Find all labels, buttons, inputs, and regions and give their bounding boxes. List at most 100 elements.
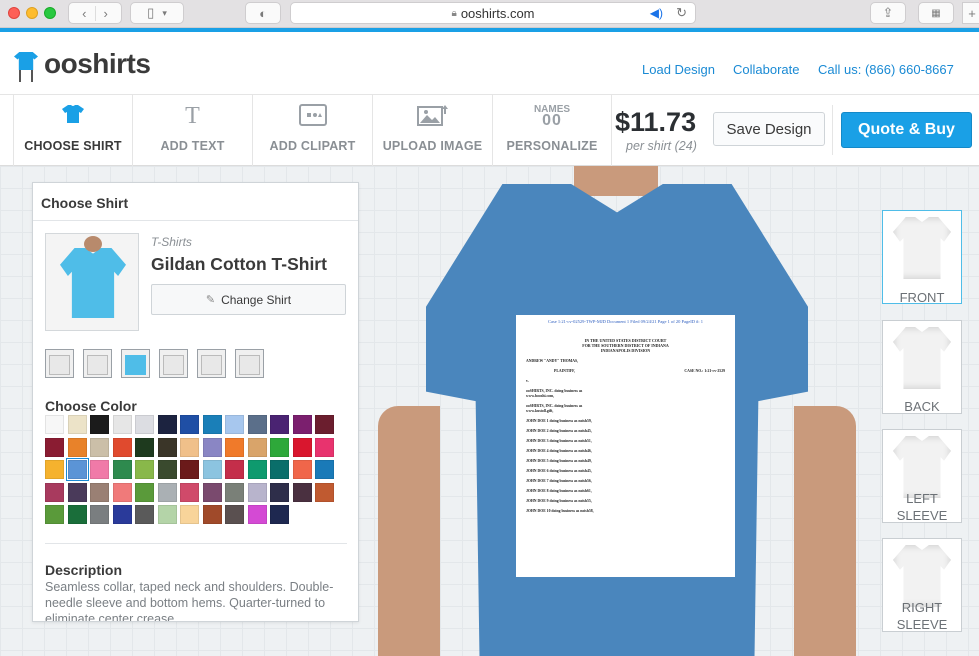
color-swatch[interactable] — [157, 460, 177, 479]
color-swatch[interactable] — [45, 505, 64, 524]
color-swatch[interactable] — [202, 482, 222, 502]
tab-add-clipart[interactable]: ADD CLIPART — [253, 95, 373, 166]
color-swatch[interactable] — [202, 415, 222, 434]
color-swatch[interactable] — [135, 437, 154, 457]
color-swatch[interactable] — [247, 415, 267, 434]
tabs-overview-button[interactable]: ▦ — [918, 2, 954, 24]
color-swatch[interactable] — [225, 460, 244, 479]
save-design-button[interactable]: Save Design — [713, 112, 825, 146]
view-thumb-side-left[interactable] — [159, 349, 188, 378]
color-swatch[interactable] — [135, 460, 154, 479]
collaborate-link[interactable]: Collaborate — [733, 62, 800, 77]
color-swatch[interactable] — [45, 437, 64, 457]
uploaded-image-document[interactable]: Case 1:21-cv-02529-TWP-MJD Document 1 Fi… — [516, 315, 735, 577]
color-swatch[interactable] — [180, 415, 199, 434]
back-icon[interactable]: ‹ — [74, 5, 96, 21]
color-swatch[interactable] — [112, 415, 132, 434]
tab-add-text[interactable]: T ADD TEXT — [133, 95, 253, 166]
call-us-link[interactable]: Call us: (866) 660-8667 — [818, 62, 954, 77]
color-swatch[interactable] — [135, 482, 154, 502]
speaker-icon[interactable]: ◀︎) — [650, 6, 663, 20]
sidebar-toggle-button[interactable]: ▯ ▾ — [130, 2, 184, 24]
color-swatch[interactable] — [67, 482, 87, 502]
back-forward-buttons[interactable]: ‹ › — [68, 2, 122, 24]
color-swatch[interactable] — [90, 482, 109, 502]
share-button[interactable]: ⇪ — [870, 2, 906, 24]
view-right-sleeve[interactable]: RIGHT SLEEVE — [882, 538, 962, 632]
color-swatch[interactable] — [157, 505, 177, 524]
color-swatch[interactable] — [67, 437, 87, 457]
color-swatch[interactable] — [45, 460, 64, 479]
color-swatch[interactable] — [315, 415, 334, 434]
color-swatch[interactable] — [112, 460, 132, 479]
view-front[interactable]: FRONT — [882, 210, 962, 305]
color-swatch[interactable] — [67, 505, 87, 524]
color-swatch[interactable] — [292, 415, 312, 434]
color-swatch[interactable] — [247, 505, 267, 524]
color-swatch[interactable] — [270, 505, 289, 524]
new-tab-button[interactable]: + — [962, 2, 979, 24]
color-swatch[interactable] — [180, 505, 199, 524]
color-swatch[interactable] — [45, 482, 64, 502]
color-swatch[interactable] — [292, 482, 312, 502]
minimize-window-button[interactable] — [26, 7, 38, 19]
color-swatch[interactable] — [180, 460, 199, 479]
color-swatch[interactable] — [112, 482, 132, 502]
color-swatch[interactable] — [225, 415, 244, 434]
tab-personalize[interactable]: NAMES 00 PERSONALIZE — [493, 95, 612, 166]
color-swatch[interactable] — [157, 415, 177, 434]
color-swatch[interactable] — [112, 437, 132, 457]
color-swatch[interactable] — [202, 460, 222, 479]
color-swatch[interactable] — [315, 482, 334, 502]
color-swatch[interactable] — [292, 437, 312, 457]
view-back[interactable]: BACK — [882, 320, 962, 414]
color-swatch[interactable] — [247, 460, 267, 479]
color-swatch[interactable] — [135, 415, 154, 434]
color-swatch[interactable] — [66, 459, 88, 480]
color-swatch[interactable] — [90, 505, 109, 524]
color-swatch[interactable] — [157, 437, 177, 457]
address-bar[interactable]: 🔒︎ ooshirts.com ◀︎) ↻ — [290, 2, 696, 24]
color-swatch[interactable] — [180, 437, 199, 457]
color-swatch[interactable] — [315, 460, 334, 479]
privacy-shield-button[interactable]: ◐ — [245, 2, 281, 24]
color-swatch[interactable] — [270, 437, 289, 457]
reload-icon[interactable]: ↻ — [676, 5, 687, 21]
view-thumb-detail[interactable] — [235, 349, 264, 378]
color-swatch[interactable] — [67, 415, 87, 434]
view-thumb-back-model[interactable] — [83, 349, 112, 378]
color-swatch[interactable] — [225, 482, 244, 502]
zoom-window-button[interactable] — [44, 7, 56, 19]
color-swatch[interactable] — [112, 505, 132, 524]
view-thumb-side-right[interactable] — [197, 349, 226, 378]
color-swatch[interactable] — [90, 460, 109, 479]
color-swatch[interactable] — [315, 437, 334, 457]
view-left-sleeve[interactable]: LEFT SLEEVE — [882, 429, 962, 523]
forward-icon[interactable]: › — [96, 6, 116, 21]
color-swatch[interactable] — [247, 482, 267, 502]
tab-upload-image[interactable]: UPLOAD IMAGE — [373, 95, 493, 166]
color-swatch[interactable] — [90, 415, 109, 434]
color-swatch[interactable] — [225, 505, 244, 524]
close-window-button[interactable] — [8, 7, 20, 19]
color-swatch[interactable] — [157, 482, 177, 502]
color-swatch[interactable] — [270, 460, 289, 479]
color-swatch[interactable] — [270, 482, 289, 502]
logo[interactable]: ooshirts — [12, 44, 151, 84]
color-swatch[interactable] — [247, 437, 267, 457]
color-swatch[interactable] — [225, 437, 244, 457]
color-swatch[interactable] — [270, 415, 289, 434]
color-swatch[interactable] — [292, 460, 312, 479]
load-design-link[interactable]: Load Design — [642, 62, 715, 77]
color-swatch[interactable] — [202, 437, 222, 457]
quote-and-buy-button[interactable]: Quote & Buy — [841, 112, 972, 148]
tab-choose-shirt[interactable]: CHOOSE SHIRT — [13, 95, 133, 175]
color-swatch[interactable] — [180, 482, 199, 502]
view-thumb-flat[interactable] — [121, 349, 150, 378]
change-shirt-button[interactable]: ✎ Change Shirt — [151, 284, 346, 315]
view-thumb-front-model[interactable] — [45, 349, 74, 378]
color-swatch[interactable] — [202, 505, 222, 524]
color-swatch[interactable] — [45, 415, 64, 434]
color-swatch[interactable] — [135, 505, 154, 524]
color-swatch[interactable] — [90, 437, 109, 457]
